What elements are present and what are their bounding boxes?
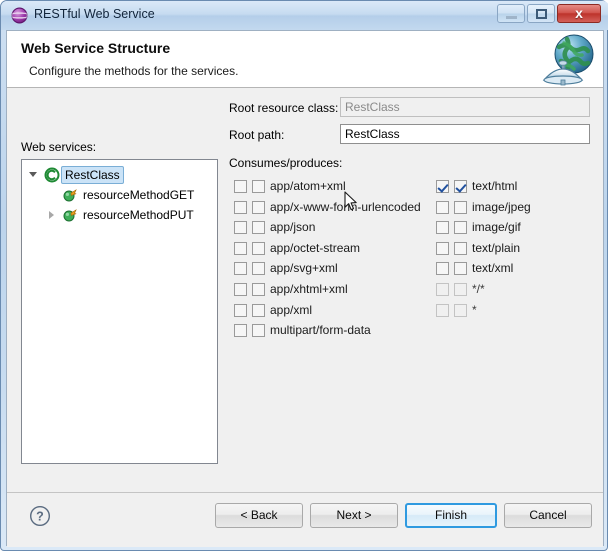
- consumes-checkbox[interactable]: [234, 262, 247, 276]
- root-path-label: Root path:: [229, 128, 285, 142]
- maximize-button[interactable]: [527, 4, 555, 23]
- mime-type-label: app/json: [270, 220, 316, 235]
- globe-satellite-dish-icon: [542, 34, 594, 86]
- produces-checkbox[interactable]: [252, 262, 265, 276]
- consumes-checkbox[interactable]: [234, 324, 247, 338]
- purple-sphere-icon: [11, 7, 28, 24]
- maximize-icon: [536, 9, 547, 19]
- java-method-icon: [63, 189, 77, 202]
- consumes-checkbox[interactable]: [436, 221, 449, 235]
- consumes-checkbox[interactable]: [436, 241, 449, 255]
- close-icon: x: [575, 5, 583, 21]
- wizard-banner: Web Service Structure Configure the meth…: [7, 31, 603, 88]
- produces-checkbox[interactable]: [454, 221, 467, 235]
- produces-checkbox[interactable]: [252, 200, 265, 214]
- consumes-checkbox[interactable]: [436, 180, 449, 193]
- java-class-icon: [44, 167, 60, 183]
- produces-checkbox[interactable]: [252, 241, 265, 255]
- tree-twisty-none: [46, 186, 58, 204]
- finish-button[interactable]: Finish: [405, 503, 497, 528]
- mime-type-label: text/xml: [472, 261, 514, 276]
- wizard-content: Web services: RestClass resourceMethodGE…: [7, 88, 603, 492]
- mime-type-label: app/xhtml+xml: [270, 282, 348, 296]
- page-title: Web Service Structure: [21, 40, 171, 56]
- tree-twisty-open-icon[interactable]: [28, 166, 40, 184]
- close-button[interactable]: x: [557, 4, 601, 23]
- consumes-produces-label: Consumes/produces:: [229, 156, 343, 170]
- produces-checkbox: [454, 283, 467, 296]
- produces-checkbox[interactable]: [252, 324, 265, 338]
- mime-type-label: image/jpeg: [472, 199, 531, 214]
- consumes-checkbox[interactable]: [234, 180, 247, 193]
- minimize-icon: [506, 16, 517, 19]
- consumes-checkbox: [436, 303, 449, 317]
- produces-checkbox[interactable]: [454, 262, 467, 276]
- mime-type-label: text/plain: [472, 240, 521, 255]
- mime-type-label: app/x-www-form-urlencoded: [270, 199, 421, 214]
- help-icon[interactable]: ?: [29, 505, 51, 527]
- svg-text:?: ?: [36, 510, 44, 524]
- root-resource-class-label: Root resource class:: [229, 101, 339, 115]
- mime-type-label: app/svg+xml: [270, 261, 338, 276]
- consumes-checkbox[interactable]: [234, 283, 247, 296]
- consumes-checkbox[interactable]: [436, 262, 449, 276]
- web-services-tree[interactable]: RestClass resourceMethodGET resourceMeth…: [21, 159, 218, 464]
- produces-checkbox[interactable]: [454, 241, 467, 255]
- consumes-checkbox[interactable]: [436, 200, 449, 214]
- mime-type-label: text/html: [472, 179, 518, 193]
- produces-checkbox[interactable]: [252, 303, 265, 317]
- cancel-button[interactable]: Cancel: [504, 503, 592, 528]
- consumes-checkbox[interactable]: [234, 241, 247, 255]
- mime-type-label: *: [472, 302, 477, 317]
- consumes-checkbox[interactable]: [234, 221, 247, 235]
- consumes-checkbox[interactable]: [234, 200, 247, 214]
- mime-type-label: multipart/form-data: [270, 323, 371, 338]
- produces-checkbox[interactable]: [252, 180, 265, 193]
- dialog-footer: ? < Back Next > Finish Cancel: [7, 492, 603, 547]
- next-button[interactable]: Next >: [310, 503, 398, 528]
- java-method-icon: [63, 209, 77, 222]
- back-button[interactable]: < Back: [215, 503, 303, 528]
- produces-checkbox[interactable]: [454, 200, 467, 214]
- mime-type-label: app/xml: [270, 302, 313, 317]
- tree-label: resourceMethodGET: [83, 188, 195, 202]
- root-path-field[interactable]: [340, 124, 590, 144]
- web-services-label: Web services:: [21, 140, 97, 154]
- minimize-button[interactable]: [497, 4, 525, 23]
- mime-type-label: app/atom+xml: [270, 179, 346, 193]
- root-resource-class-field: [340, 97, 590, 117]
- page-subtitle: Configure the methods for the services.: [29, 64, 239, 78]
- produces-checkbox[interactable]: [252, 221, 265, 235]
- tree-label: resourceMethodPUT: [83, 208, 194, 222]
- window-title: RESTful Web Service: [34, 7, 155, 21]
- ghost-text-1: [196, 7, 199, 19]
- tree-twisty-closed-icon[interactable]: [46, 206, 58, 224]
- produces-checkbox: [454, 303, 467, 317]
- mime-type-label: */*: [472, 282, 485, 296]
- produces-checkbox[interactable]: [454, 180, 467, 193]
- mime-type-label: image/gif: [472, 220, 521, 235]
- dialog-window: RESTful Web Service x Web Service Struct…: [0, 0, 608, 551]
- produces-checkbox[interactable]: [252, 283, 265, 296]
- dialog-body: Web Service Structure Configure the meth…: [6, 30, 604, 547]
- title-bar[interactable]: RESTful Web Service x: [1, 1, 608, 30]
- mime-type-label: app/octet-stream: [270, 240, 361, 255]
- tree-label: RestClass: [61, 166, 124, 184]
- consumes-checkbox: [436, 283, 449, 296]
- consumes-checkbox[interactable]: [234, 303, 247, 317]
